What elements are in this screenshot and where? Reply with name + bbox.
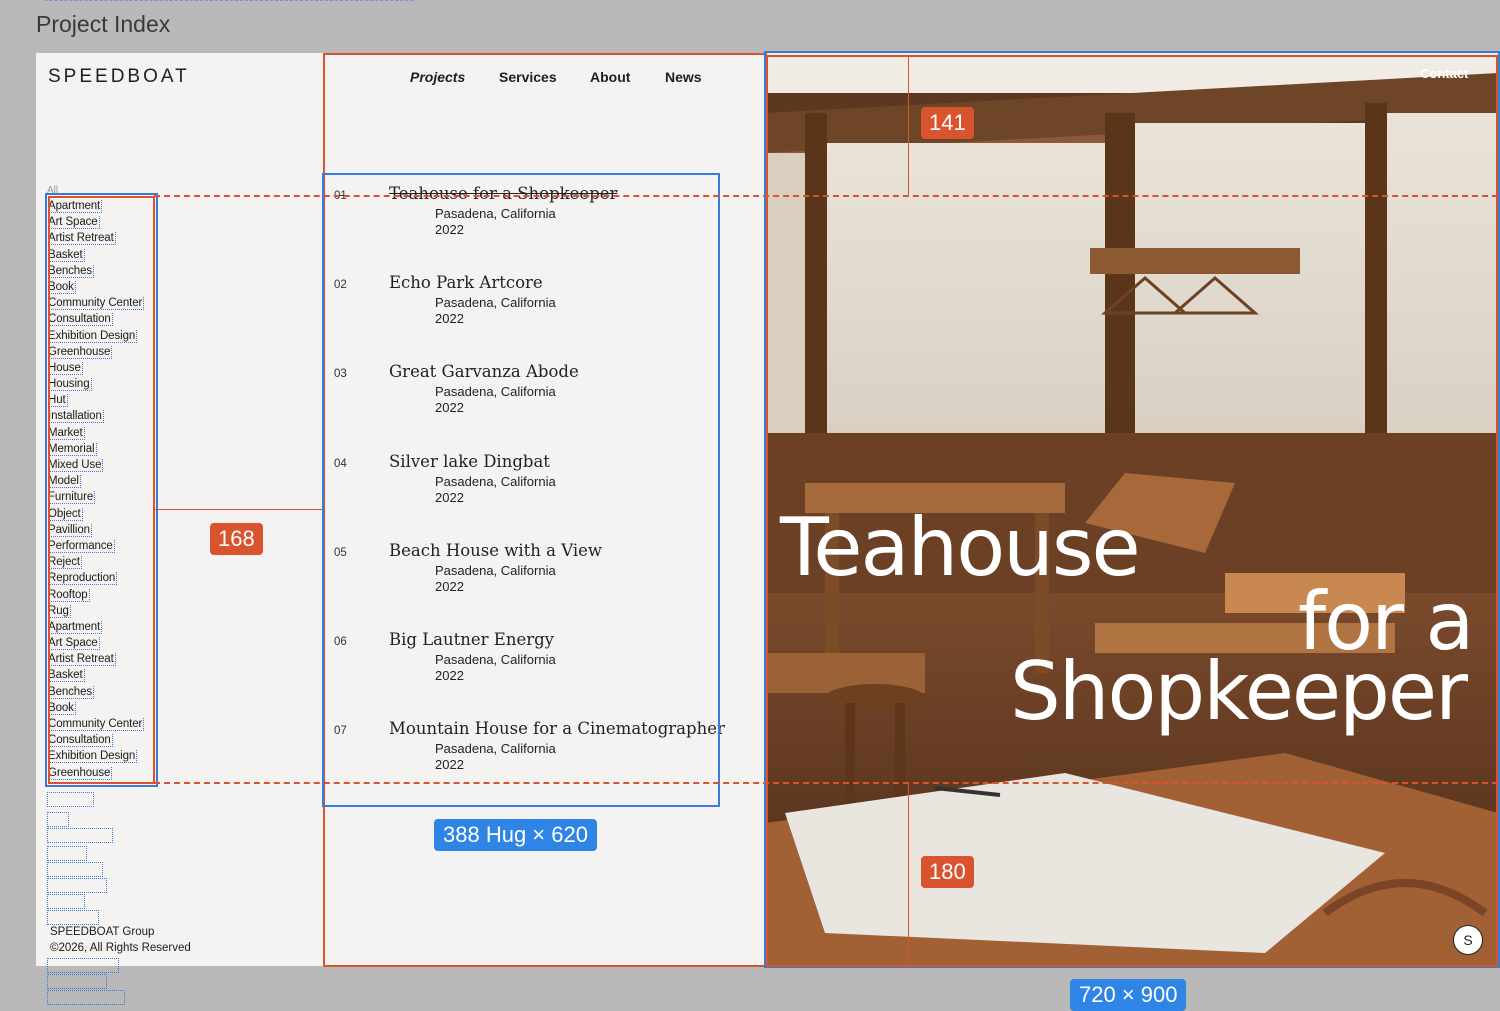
empty-filter-slot [47, 846, 87, 861]
empty-filter-slot [47, 958, 119, 973]
footer-copyright: ©2026, All Rights Reserved [50, 942, 191, 954]
footer-group: SPEEDBOAT Group [50, 926, 155, 938]
gap-line [154, 509, 323, 510]
empty-filter-slot [47, 812, 69, 827]
guide-top [154, 195, 1498, 197]
empty-filter-slot [47, 862, 103, 877]
project-list-outline [322, 173, 720, 807]
gap-badge-left: 168 [210, 523, 263, 555]
site-logo[interactable]: SPEEDBOAT [48, 66, 190, 88]
frame-title: Project Index [36, 11, 171, 37]
selection-outline [40, 0, 418, 1]
guide-bottom [154, 782, 1498, 784]
empty-filter-slot [47, 910, 99, 925]
hero-inner-frame [766, 55, 1498, 967]
empty-filter-slot [47, 894, 85, 909]
gap-badge-top: 141 [921, 107, 974, 139]
gap-line [908, 55, 909, 195]
empty-filter-slot [47, 828, 113, 843]
size-badge-list: 388 Hug × 620 [434, 819, 597, 851]
empty-filter-slot [47, 878, 107, 893]
gap-badge-bottom: 180 [921, 856, 974, 888]
filter-list-inner [48, 196, 155, 784]
empty-filter-slot [47, 974, 107, 989]
empty-filter-slot [47, 990, 125, 1005]
size-badge-hero: 720 × 900 [1070, 979, 1187, 1011]
gap-line [908, 783, 909, 963]
empty-filter-slot [47, 792, 94, 807]
